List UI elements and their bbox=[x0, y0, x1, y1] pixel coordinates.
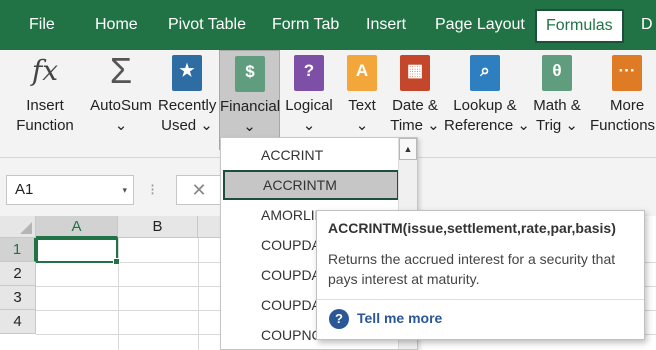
tooltip-divider bbox=[317, 299, 644, 300]
text-book-icon: A bbox=[347, 55, 377, 91]
more-functions-label: More Functions bbox=[590, 97, 656, 134]
coins-book-icon: $ bbox=[235, 56, 265, 92]
row-header-2[interactable]: 2 bbox=[0, 262, 36, 286]
help-icon[interactable]: ? bbox=[329, 309, 349, 329]
column-header-b[interactable]: B bbox=[118, 216, 198, 238]
gridline bbox=[198, 238, 199, 350]
formula-bar-separator: ⁝ bbox=[150, 182, 156, 199]
text-label: Text ⌄ bbox=[348, 97, 376, 134]
column-header-a[interactable]: A bbox=[36, 216, 118, 238]
list-item-accrint[interactable]: ACCRINT bbox=[221, 140, 399, 170]
cancel-icon[interactable]: ✕ bbox=[176, 175, 222, 205]
star-book-icon: ★ bbox=[172, 55, 202, 91]
lookup-reference-label: Lookup & Reference ⌄ bbox=[444, 97, 530, 134]
tab-home[interactable]: Home bbox=[95, 0, 138, 50]
insert-function-label: Insert Function bbox=[16, 97, 74, 134]
magnifier-book-icon: ⌕ bbox=[470, 55, 500, 91]
function-icon: fx bbox=[31, 54, 59, 87]
row-header-3[interactable]: 3 bbox=[0, 286, 36, 310]
autosum-label: AutoSum ⌄ bbox=[90, 97, 152, 134]
name-box-value: A1 bbox=[15, 181, 34, 198]
date-time-label: Date & Time ⌄ bbox=[390, 97, 440, 134]
active-cell-a1[interactable] bbox=[36, 238, 120, 265]
autosum-button[interactable]: Σ AutoSum ⌄ bbox=[86, 50, 156, 150]
gridline bbox=[118, 238, 119, 350]
financial-label: Financial ⌄ bbox=[220, 98, 281, 135]
tab-formulas[interactable]: Formulas bbox=[535, 9, 624, 43]
more-book-icon: ··· bbox=[612, 55, 642, 91]
tab-form-tab[interactable]: Form Tab bbox=[272, 0, 339, 50]
select-all-corner[interactable] bbox=[0, 216, 36, 238]
tab-file[interactable]: File bbox=[29, 0, 55, 50]
sigma-icon: Σ bbox=[109, 50, 133, 91]
calendar-book-icon: ▦ bbox=[400, 55, 430, 91]
math-trig-label: Math & Trig ⌄ bbox=[533, 97, 581, 134]
more-functions-button[interactable]: ··· More Functions bbox=[588, 50, 656, 150]
lookup-reference-button[interactable]: ⌕ Lookup & Reference ⌄ bbox=[444, 50, 530, 150]
date-time-button[interactable]: ▦ Date & Time ⌄ bbox=[389, 50, 441, 150]
name-box[interactable]: A1 ▾ bbox=[6, 175, 134, 205]
row-header-4[interactable]: 4 bbox=[0, 310, 36, 334]
tab-page-layout[interactable]: Page Layout bbox=[435, 0, 525, 50]
row-header-1[interactable]: 1 bbox=[0, 238, 36, 262]
tab-pivot-table[interactable]: Pivot Table bbox=[168, 0, 246, 50]
scroll-up-icon[interactable]: ▲ bbox=[399, 138, 417, 160]
function-tooltip: ACCRINTM(issue,settlement,rate,par,basis… bbox=[316, 210, 645, 340]
logical-label: Logical ⌄ bbox=[285, 97, 333, 134]
question-book-icon: ? bbox=[294, 55, 324, 91]
math-trig-button[interactable]: θ Math & Trig ⌄ bbox=[529, 50, 585, 150]
chevron-down-icon[interactable]: ▾ bbox=[122, 176, 127, 204]
recently-used-label: Recently Used ⌄ bbox=[158, 97, 217, 134]
tab-insert[interactable]: Insert bbox=[366, 0, 406, 50]
text-button[interactable]: A Text ⌄ bbox=[340, 50, 384, 150]
tab-data[interactable]: D bbox=[641, 0, 653, 50]
list-item-accrintm[interactable]: ACCRINTM bbox=[223, 170, 399, 200]
tooltip-description: Returns the accrued interest for a secur… bbox=[328, 251, 616, 287]
menu-bar: File Home Pivot Table Form Tab Insert Pa… bbox=[0, 0, 656, 50]
theta-book-icon: θ bbox=[542, 55, 572, 91]
tooltip-syntax: ACCRINTM(issue,settlement,rate,par,basis… bbox=[328, 220, 616, 236]
financial-button[interactable]: $ Financial ⌄ bbox=[219, 50, 280, 150]
tell-me-more-link[interactable]: Tell me more bbox=[357, 310, 442, 326]
recently-used-button[interactable]: ★ Recently Used ⌄ bbox=[158, 50, 216, 150]
logical-button[interactable]: ? Logical ⌄ bbox=[283, 50, 335, 150]
insert-function-button[interactable]: fx Insert Function bbox=[8, 50, 82, 150]
